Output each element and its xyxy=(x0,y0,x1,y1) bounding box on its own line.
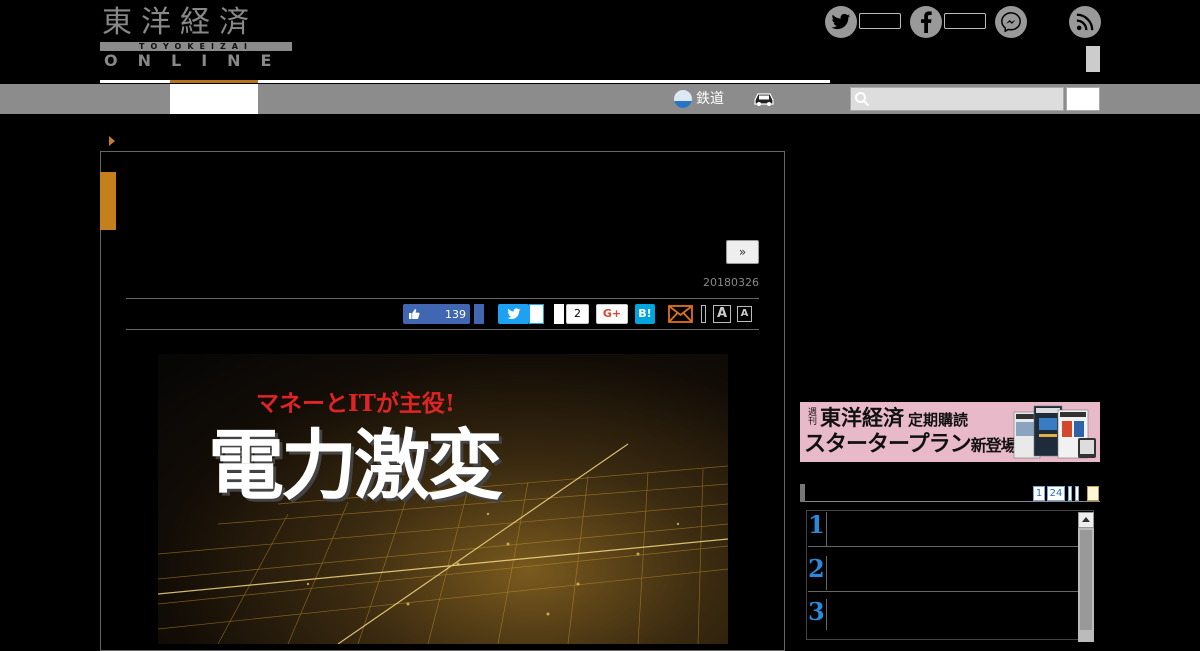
banner-brand: 東洋経済 xyxy=(820,405,904,430)
active-tab-indicator xyxy=(170,80,258,83)
rank-divider xyxy=(826,512,827,546)
ranking-list xyxy=(806,510,1094,640)
logo-online: ONLINE xyxy=(104,51,292,70)
nav-tab-active[interactable] xyxy=(170,84,258,114)
banner-weekly: 週刊 xyxy=(806,407,816,425)
hatena-bookmark-count[interactable]: 2 xyxy=(566,304,589,324)
google-plus-button[interactable]: G+ xyxy=(596,304,628,324)
messenger-icon[interactable] xyxy=(995,6,1027,38)
nav-rail-label: 鉄道 xyxy=(696,91,724,107)
facebook-share-stub[interactable] xyxy=(474,304,484,324)
rank-number-2: 2 xyxy=(808,554,825,583)
share-bar-bottom-rule xyxy=(126,329,759,330)
rank-row-separator xyxy=(808,546,1078,547)
car-icon[interactable] xyxy=(752,91,776,107)
ranking-header-marker xyxy=(800,484,805,502)
ranking-tab-24h[interactable]: 24 xyxy=(1047,486,1065,501)
twitter-bird-icon xyxy=(506,308,520,319)
facebook-count-box xyxy=(944,13,986,29)
twitter-icon[interactable] xyxy=(825,6,857,38)
breadcrumb-arrow-icon xyxy=(109,136,115,146)
next-page-button[interactable]: » xyxy=(726,240,759,264)
rank-divider xyxy=(826,599,827,630)
cover-kicker: マネーとITが主役! xyxy=(256,390,455,417)
hatena-bookmark-button[interactable]: B! xyxy=(635,304,655,324)
banner-subscription: 定期購読 xyxy=(908,411,969,429)
facebook-like-button[interactable]: 139 xyxy=(403,304,470,324)
rank-divider xyxy=(826,556,827,590)
font-size-large-button[interactable]: A xyxy=(713,305,731,323)
thumbs-up-icon xyxy=(409,309,420,319)
search-button[interactable] xyxy=(1066,87,1100,111)
rank-number-3: 3 xyxy=(808,597,825,626)
ranking-tab-1h[interactable]: 1 xyxy=(1033,486,1045,501)
twitter-share-count xyxy=(529,304,544,324)
scroll-up-arrow-icon[interactable] xyxy=(1078,512,1094,528)
banner-plan: スタータープラン新登場! xyxy=(804,432,1023,459)
cover-title: 電力激変 xyxy=(208,421,503,510)
search-input[interactable] xyxy=(850,87,1064,111)
share-bar-top-rule xyxy=(126,298,759,299)
search-icon xyxy=(855,92,870,107)
font-size-small-button[interactable]: A xyxy=(737,306,752,322)
scrollbar-thumb[interactable] xyxy=(1080,530,1092,630)
share-count-stub xyxy=(554,304,564,324)
logo-roman: TOYOKEIZAI xyxy=(139,42,253,51)
cover-image: マネーとITが主役! 電力激変 xyxy=(158,354,728,644)
mail-icon[interactable] xyxy=(668,305,693,323)
facebook-icon[interactable] xyxy=(910,6,942,38)
site-logo[interactable]: 東洋経済 TOYOKEIZAI ONLINE xyxy=(100,6,292,70)
print-button[interactable] xyxy=(701,305,706,323)
banner-plan-name: スタータープラン xyxy=(804,432,972,457)
header-side-widget[interactable] xyxy=(1086,46,1100,72)
title-marker xyxy=(100,172,116,230)
ranking-tab-monthly[interactable] xyxy=(1075,486,1079,501)
article-date: 20180326 xyxy=(703,276,759,289)
ranking-tab-weekly[interactable] xyxy=(1068,486,1072,501)
rank-number-1: 1 xyxy=(808,510,825,539)
twitter-count-box xyxy=(859,13,901,29)
ranking-tab-extra[interactable] xyxy=(1087,486,1099,501)
logo-kanji: 東洋経済 xyxy=(102,5,258,40)
magazine-covers-graphic xyxy=(1013,405,1096,459)
banner-top-line: 週刊 東洋経済 定期購読 xyxy=(806,406,968,432)
train-icon xyxy=(674,90,692,108)
facebook-like-count: 139 xyxy=(445,307,466,321)
nav-rail-link[interactable]: 鉄道 xyxy=(674,89,724,109)
rank-row-separator xyxy=(808,591,1078,592)
rss-icon[interactable] xyxy=(1069,6,1101,38)
twitter-share-button[interactable] xyxy=(498,304,529,324)
